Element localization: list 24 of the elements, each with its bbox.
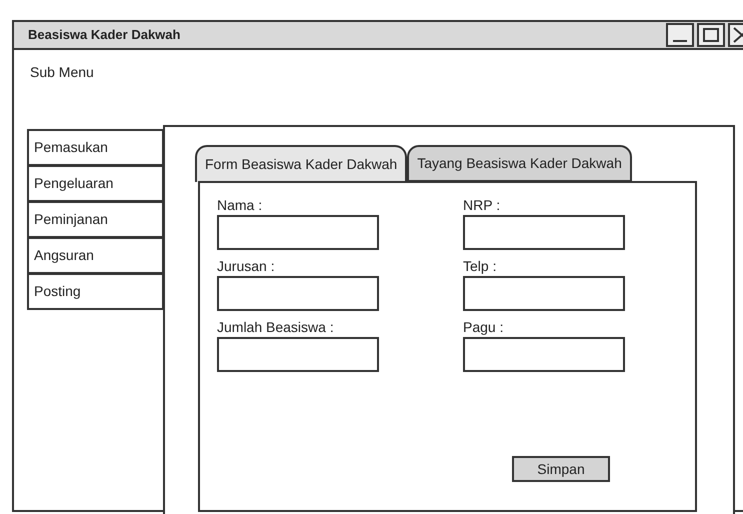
input-field[interactable]: [463, 276, 625, 311]
sidebar-menu-item[interactable]: Angsuran: [27, 237, 164, 274]
tab[interactable]: Tayang Beasiswa Kader Dakwah: [407, 145, 632, 182]
sidebar-menu-item[interactable]: Posting: [27, 273, 164, 310]
input-field[interactable]: [463, 215, 625, 250]
input-field[interactable]: [217, 337, 379, 372]
input-field[interactable]: [217, 276, 379, 311]
field-label: Jurusan :: [217, 257, 276, 276]
maximize-icon[interactable]: [697, 23, 725, 47]
tab[interactable]: Form Beasiswa Kader Dakwah: [195, 145, 408, 182]
field-label: Nama :: [217, 196, 264, 215]
minimize-icon[interactable]: [666, 23, 694, 47]
sidebar-menu-item[interactable]: Pemasukan: [27, 129, 164, 166]
save-button[interactable]: Simpan: [512, 456, 610, 482]
field-label: Jumlah Beasiswa :: [217, 318, 335, 337]
field-label: NRP :: [463, 196, 502, 215]
input-field[interactable]: [463, 337, 625, 372]
field-label: Pagu :: [463, 318, 504, 337]
sidebar-menu-item[interactable]: Pengeluaran: [27, 165, 164, 202]
sub-menu-label: Sub Menu: [30, 63, 94, 82]
input-field[interactable]: [217, 215, 379, 250]
window-title: Beasiswa Kader Dakwah: [28, 26, 180, 44]
sidebar-menu-item[interactable]: Peminjanan: [27, 201, 164, 238]
field-label: Telp :: [463, 257, 498, 276]
